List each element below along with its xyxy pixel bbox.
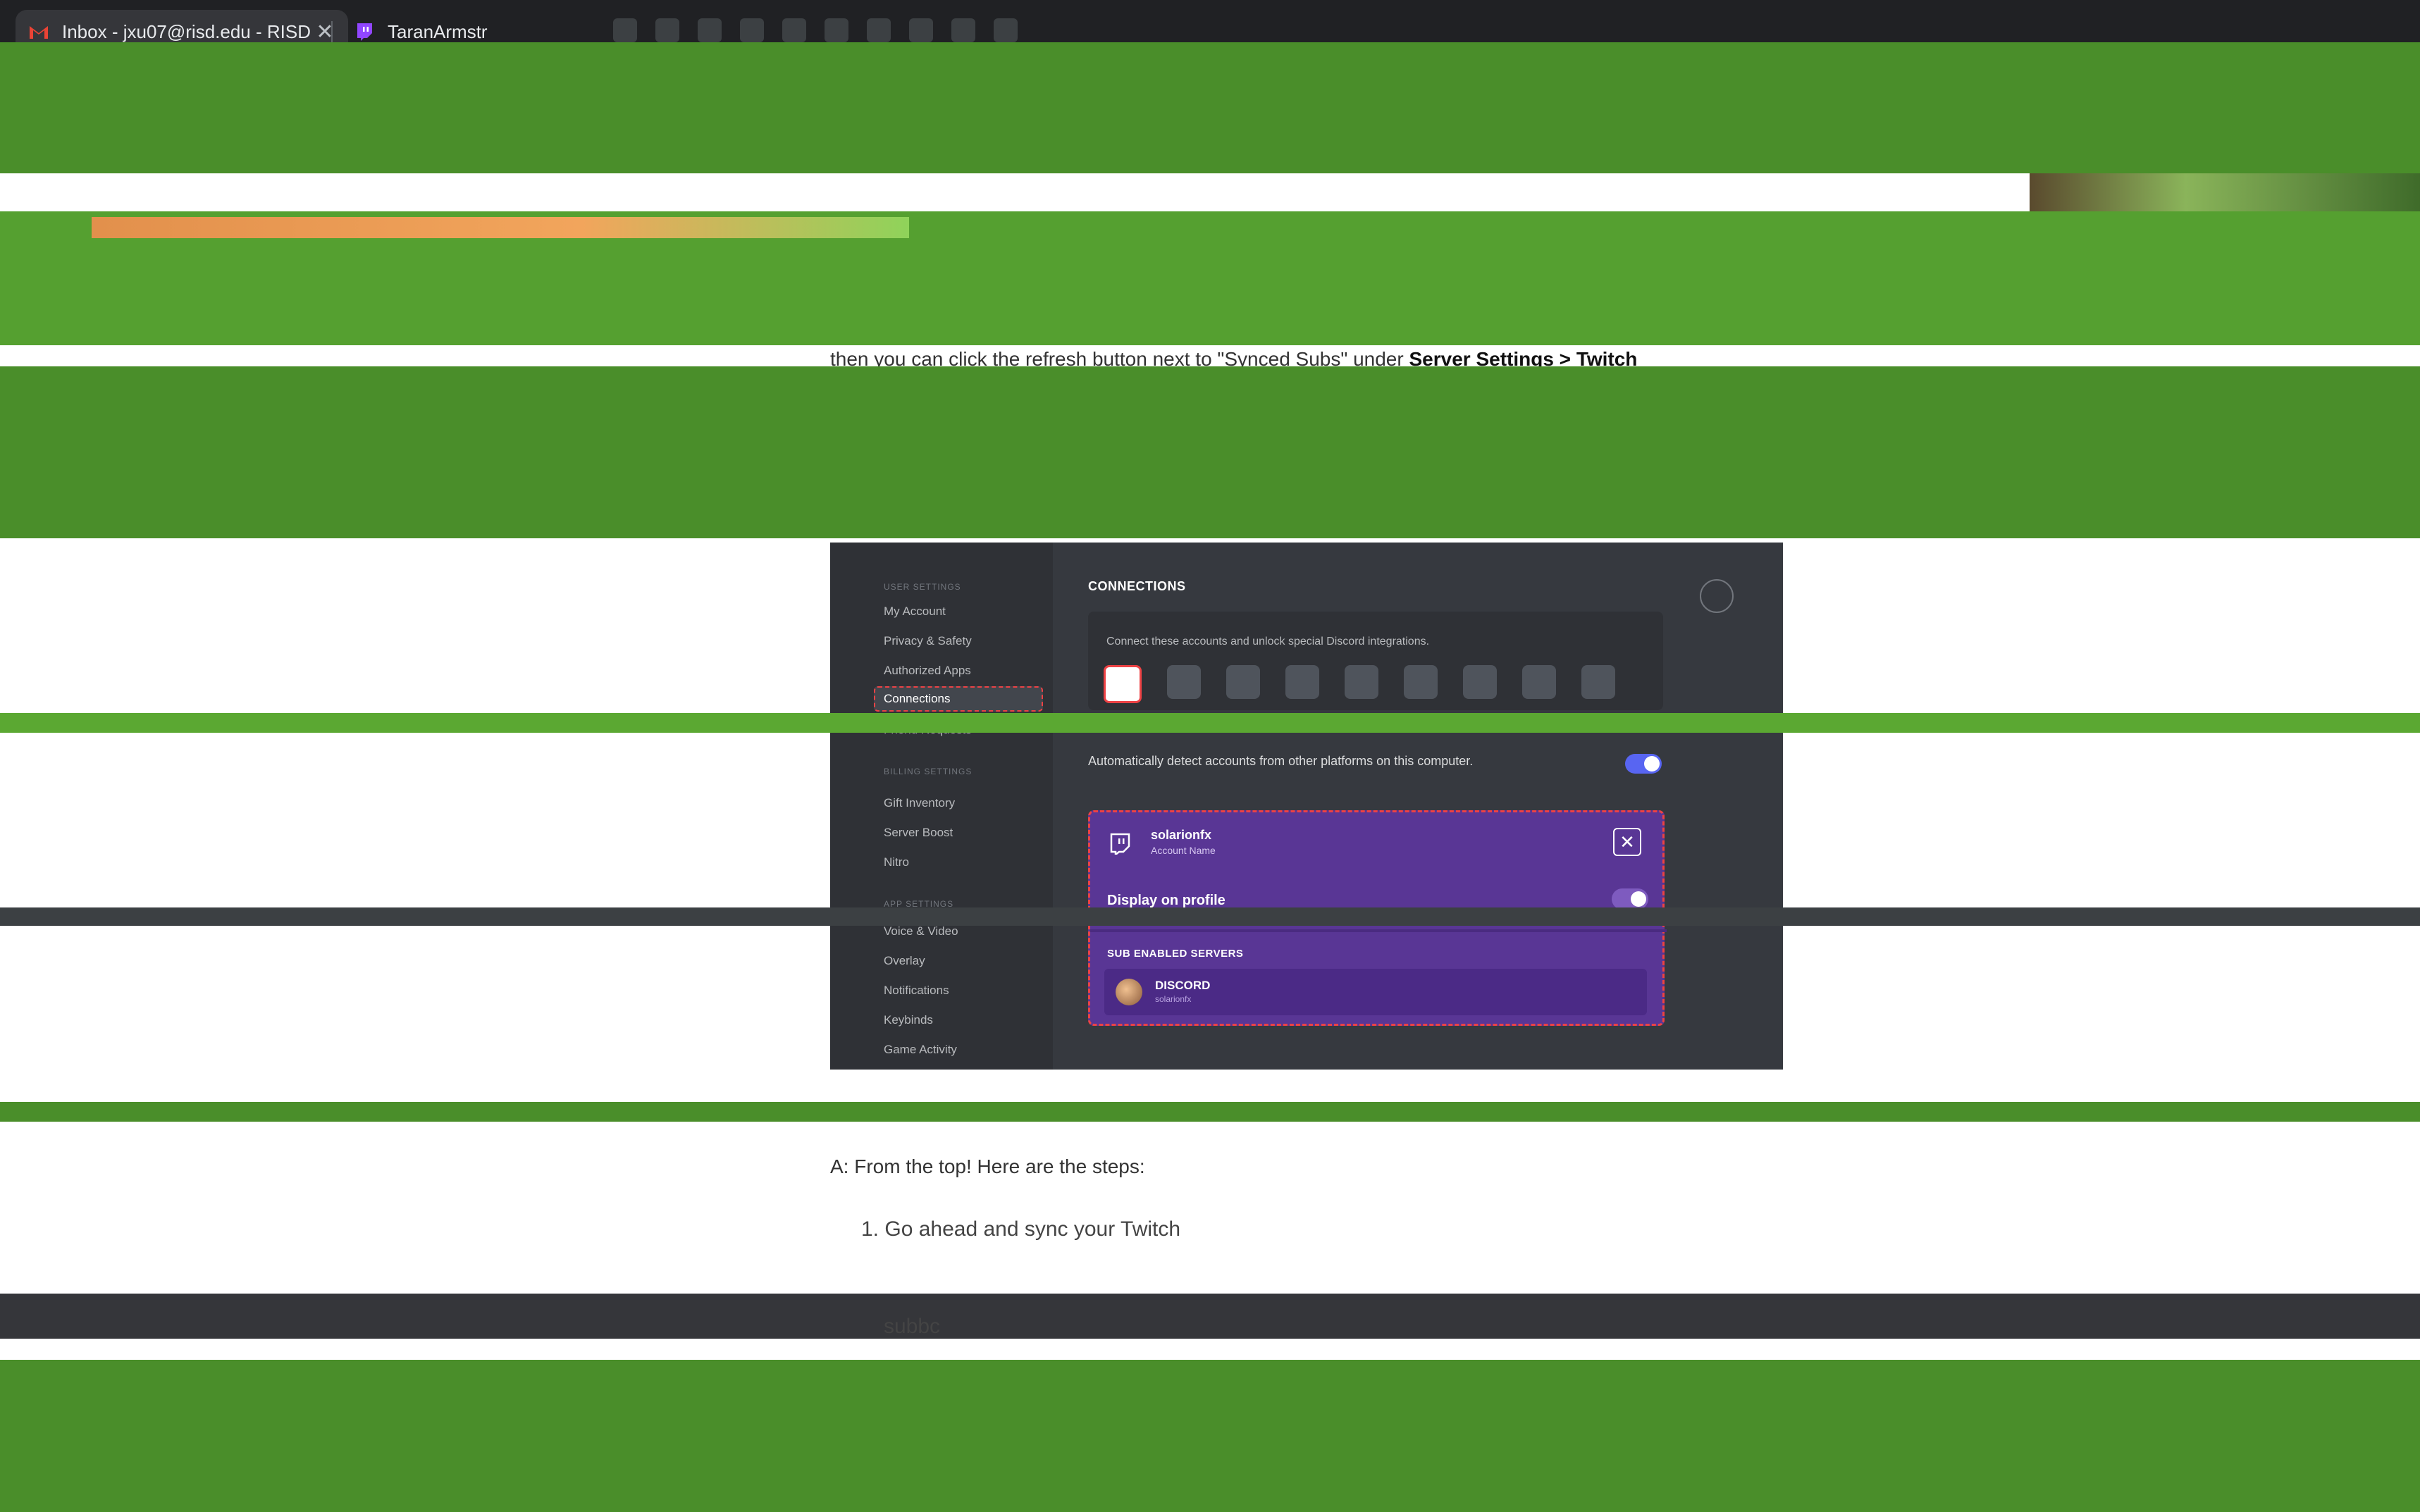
display-on-profile-toggle — [1612, 888, 1648, 910]
close-icon — [1700, 579, 1734, 613]
sidebar-item-my-account: My Account — [884, 605, 946, 618]
pinned-tabs — [613, 18, 1106, 44]
tab-favicon[interactable] — [909, 18, 933, 42]
twitch-icon — [1109, 832, 1131, 857]
glitch-band — [0, 907, 2420, 926]
glitch-streak — [92, 217, 909, 238]
twitch-provider-icon — [1104, 665, 1142, 703]
sidebar-item-server-boost: Server Boost — [884, 826, 953, 839]
tab-favicon[interactable] — [825, 18, 848, 42]
twitter-provider-icon — [1404, 665, 1438, 699]
sidebar-item-nitro: Nitro — [884, 855, 909, 869]
sidebar-item-connections: Connections — [874, 686, 1043, 712]
account-name-label: Account Name — [1151, 845, 1216, 856]
steam-provider-icon — [1285, 665, 1319, 699]
connections-title: CONNECTIONS — [1088, 579, 1186, 593]
glitch-band — [0, 713, 2420, 733]
glitch-band — [0, 1294, 2420, 1339]
divider — [1090, 929, 1667, 932]
sidebar-item-voice-video: Voice & Video — [884, 924, 958, 938]
tab-favicon[interactable] — [867, 18, 891, 42]
server-row: DISCORD solarionfx — [1104, 969, 1647, 1015]
xbox-provider-icon — [1463, 665, 1497, 699]
twitch-icon — [352, 20, 376, 44]
tab-favicon[interactable] — [951, 18, 975, 42]
tab-separator — [331, 21, 333, 44]
settings-sidebar: USER SETTINGS My Account Privacy & Safet… — [830, 543, 1053, 1070]
sidebar-item-gift-inventory: Gift Inventory — [884, 796, 956, 810]
server-subtitle: solarionfx — [1155, 994, 1192, 1004]
auto-detect-toggle — [1625, 754, 1662, 774]
sidebar-item-privacy: Privacy & Safety — [884, 634, 972, 647]
glitch-band — [0, 42, 2420, 173]
display-on-profile-label: Display on profile — [1107, 893, 1226, 908]
glitch-band — [0, 366, 2420, 538]
answer-intro: A: From the top! Here are the steps: — [830, 1155, 1145, 1177]
glitch-band — [0, 1102, 2420, 1122]
sidebar-item-notifications: Notifications — [884, 984, 949, 997]
discord-connections-screenshot: USER SETTINGS My Account Privacy & Safet… — [830, 543, 1783, 1070]
sub-enabled-servers-heading: SUB ENABLED SERVERS — [1107, 948, 1244, 960]
server-name: DISCORD — [1155, 979, 1211, 992]
step-one: 1. Go ahead and sync your Twitch — [861, 1217, 1181, 1241]
sidebar-item-overlay: Overlay — [884, 954, 925, 967]
connect-description: Connect these accounts and unlock specia… — [1106, 636, 1430, 647]
close-icon[interactable]: ✕ — [313, 20, 337, 44]
close-icon: ✕ — [1613, 828, 1641, 856]
tab-favicon[interactable] — [782, 18, 806, 42]
tab-label: Inbox - jxu07@risd.edu - RISD — [62, 20, 311, 42]
gmail-icon — [27, 20, 51, 44]
tab-favicon[interactable] — [613, 18, 637, 42]
reddit-provider-icon — [1345, 665, 1378, 699]
sidebar-heading: USER SETTINGS — [884, 582, 961, 592]
tab-favicon[interactable] — [655, 18, 679, 42]
sidebar-item-authorized-apps: Authorized Apps — [884, 664, 971, 677]
provider-icons — [1104, 665, 1615, 703]
tab-favicon[interactable] — [698, 18, 722, 42]
tab-label: TaranArmstr — [388, 20, 488, 42]
connect-accounts-box: Connect these accounts and unlock specia… — [1088, 612, 1663, 710]
glitch-band — [0, 1360, 2420, 1512]
glitch-strip — [0, 173, 2030, 211]
tab-favicon[interactable] — [994, 18, 1018, 42]
youtube-provider-icon — [1167, 665, 1201, 699]
spotify-provider-icon — [1522, 665, 1556, 699]
step-one-continued: subbc — [884, 1315, 941, 1338]
github-provider-icon — [1581, 665, 1615, 699]
battlenet-provider-icon — [1226, 665, 1260, 699]
sidebar-heading: BILLING SETTINGS — [884, 767, 973, 776]
auto-detect-label: Automatically detect accounts from other… — [1088, 754, 1474, 768]
account-name: solarionfx — [1151, 828, 1212, 842]
tab-favicon[interactable] — [740, 18, 764, 42]
avatar — [1116, 979, 1142, 1005]
sidebar-item-keybinds: Keybinds — [884, 1013, 933, 1027]
sidebar-item-game-activity: Game Activity — [884, 1043, 957, 1056]
